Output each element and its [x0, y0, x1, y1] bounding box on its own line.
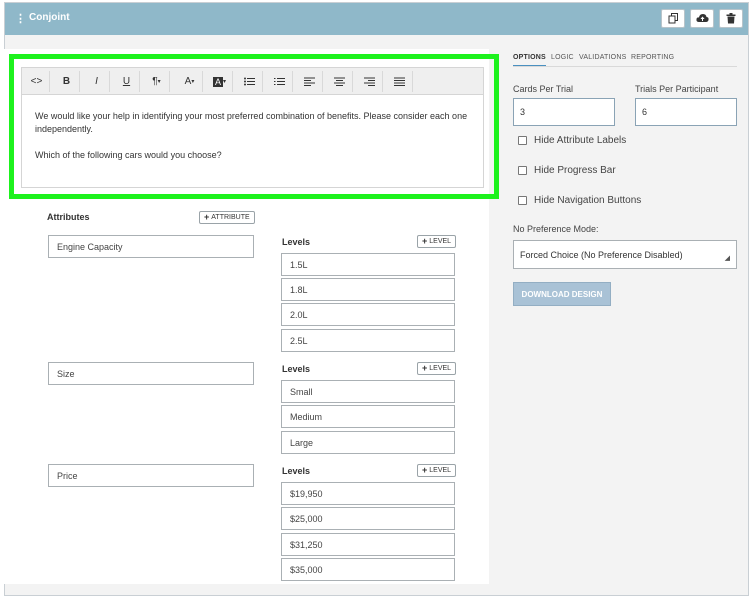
- no-preference-mode-select[interactable]: Forced Choice (No Preference Disabled) ◢: [513, 240, 737, 269]
- bullet-list-icon[interactable]: [237, 71, 263, 92]
- trials-per-participant-label: Trials Per Participant: [635, 84, 719, 94]
- download-design-button[interactable]: DOWNLOAD DESIGN: [513, 282, 611, 306]
- checkbox-label: Hide Attribute Labels: [534, 135, 627, 146]
- level-input[interactable]: $19,950: [281, 482, 455, 505]
- hide-navigation-buttons-option[interactable]: Hide Navigation Buttons: [518, 195, 641, 206]
- tab-options[interactable]: OPTIONS: [513, 54, 546, 66]
- tab-logic[interactable]: LOGIC: [551, 54, 574, 61]
- select-value: Forced Choice (No Preference Disabled): [520, 249, 683, 260]
- attribute-name-input[interactable]: Engine Capacity: [48, 235, 254, 258]
- upload-button[interactable]: [690, 9, 714, 28]
- drag-handle-icon[interactable]: ⋮: [15, 12, 26, 25]
- cards-per-trial-input[interactable]: 3: [513, 98, 615, 126]
- justify-icon[interactable]: [387, 71, 413, 92]
- copy-icon: [668, 13, 678, 24]
- levels-label: Levels: [282, 466, 311, 476]
- paragraph-format-icon[interactable]: ¶ ▾: [144, 71, 170, 92]
- no-preference-mode-label: No Preference Mode:: [513, 224, 599, 234]
- text-color-icon[interactable]: A ▾: [177, 71, 203, 92]
- add-attribute-button[interactable]: + ATTRIBUTE: [199, 211, 255, 224]
- align-right-icon[interactable]: [357, 71, 383, 92]
- checkbox[interactable]: [518, 166, 527, 175]
- editor-content[interactable]: We would like your help in identifying y…: [35, 110, 475, 175]
- plus-icon: +: [422, 465, 428, 475]
- delete-button[interactable]: [719, 9, 743, 28]
- level-input[interactable]: Small: [281, 380, 455, 403]
- tabs-divider: [513, 66, 737, 67]
- level-input[interactable]: $35,000: [281, 558, 455, 581]
- dropdown-caret-icon: ◢: [724, 255, 730, 262]
- level-input[interactable]: Medium: [281, 405, 455, 428]
- level-input[interactable]: $31,250: [281, 533, 455, 556]
- level-input[interactable]: Large: [281, 431, 455, 454]
- checkbox[interactable]: [518, 196, 527, 205]
- rich-text-editor[interactable]: <> B I U ¶ ▾ A ▾ A ▾ We would like your hel…: [21, 67, 484, 188]
- plus-icon: +: [422, 236, 428, 246]
- widget-title: Conjoint: [29, 12, 70, 23]
- editor-toolbar: <> B I U ¶ ▾ A ▾ A ▾: [22, 68, 483, 95]
- attributes-label: Attributes: [47, 212, 90, 222]
- header-bar: ⋮ Conjoint: [5, 3, 748, 35]
- checkbox-label: Hide Navigation Buttons: [534, 195, 642, 206]
- plus-icon: +: [422, 363, 428, 373]
- level-input[interactable]: 2.0L: [281, 303, 455, 326]
- tab-validations[interactable]: VALIDATIONS: [579, 54, 626, 61]
- copy-button[interactable]: [661, 9, 685, 28]
- bold-icon[interactable]: B: [54, 71, 80, 92]
- align-center-icon[interactable]: [327, 71, 353, 92]
- hide-progress-bar-option[interactable]: Hide Progress Bar: [518, 165, 616, 176]
- trash-icon: [726, 13, 736, 24]
- source-code-icon[interactable]: <>: [24, 71, 50, 92]
- level-input[interactable]: 2.5L: [281, 329, 455, 352]
- level-input[interactable]: 1.8L: [281, 278, 455, 301]
- numbered-list-icon[interactable]: [267, 71, 293, 92]
- cards-per-trial-label: Cards Per Trial: [513, 84, 574, 94]
- hide-attribute-labels-option[interactable]: Hide Attribute Labels: [518, 135, 626, 146]
- editor-paragraph: Which of the following cars would you ch…: [35, 150, 222, 160]
- add-level-button[interactable]: + LEVEL: [417, 362, 457, 375]
- checkbox-label: Hide Progress Bar: [534, 165, 616, 176]
- levels-label: Levels: [282, 237, 311, 247]
- background-color-icon[interactable]: A ▾: [207, 71, 233, 92]
- add-level-button[interactable]: + LEVEL: [417, 464, 457, 477]
- trials-per-participant-input[interactable]: 6: [635, 98, 737, 126]
- attribute-name-input[interactable]: Size: [48, 362, 254, 385]
- editor-paragraph: We would like your help in identifying y…: [35, 111, 468, 134]
- plus-icon: +: [204, 212, 210, 222]
- attribute-name-input[interactable]: Price: [48, 464, 254, 487]
- cloud-upload-icon: [695, 14, 709, 22]
- level-input[interactable]: 1.5L: [281, 253, 455, 276]
- add-level-button[interactable]: + LEVEL: [417, 235, 457, 248]
- tab-reporting[interactable]: REPORTING: [631, 54, 674, 61]
- italic-icon[interactable]: I: [84, 71, 110, 92]
- checkbox[interactable]: [518, 136, 527, 145]
- align-left-icon[interactable]: [297, 71, 323, 92]
- underline-icon[interactable]: U: [114, 71, 140, 92]
- level-input[interactable]: $25,000: [281, 507, 455, 530]
- levels-label: Levels: [282, 364, 311, 374]
